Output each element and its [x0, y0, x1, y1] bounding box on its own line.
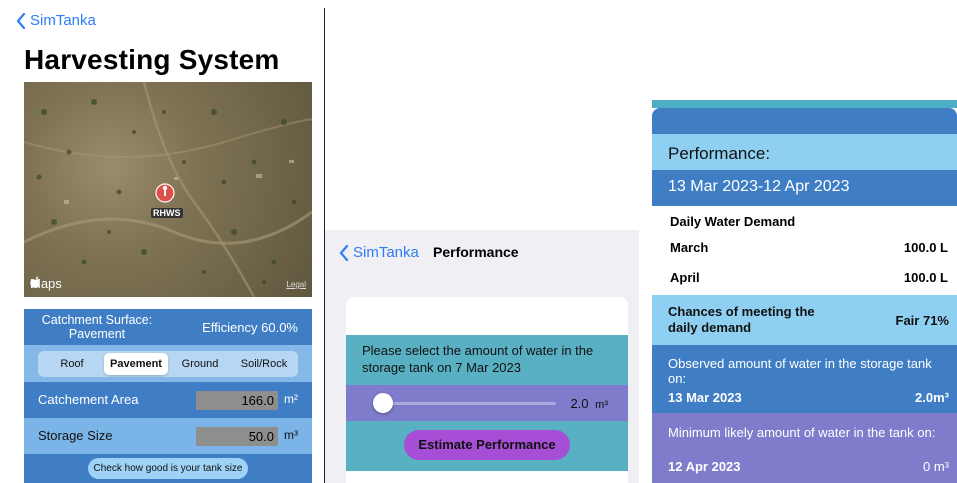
system-settings-panel: Catchment Surface: Pavement Efficiency 6… — [24, 309, 312, 483]
apple-logo-icon — [30, 276, 40, 288]
harvesting-system-screen: SimTanka Harvesting System RHWS Maps Leg… — [0, 0, 325, 483]
efficiency-value: Efficiency 60.0% — [202, 320, 298, 335]
catchment-area-label: Catchement Area — [38, 392, 139, 407]
satellite-map[interactable]: RHWS Maps Legal — [24, 82, 312, 297]
storage-size-row: Storage Size 50.0 m³ — [24, 418, 312, 454]
result-header — [652, 108, 957, 134]
storage-size-label: Storage Size — [38, 428, 113, 443]
top-strip — [652, 100, 957, 108]
segment-ground[interactable]: Ground — [168, 353, 232, 375]
water-amount-slider-row: 2.0 m³ — [346, 385, 628, 421]
surface-segmented-control[interactable]: Roof Pavement Ground Soil/Rock — [38, 351, 298, 377]
segment-pavement[interactable]: Pavement — [104, 353, 168, 375]
chance-row: Chances of meeting the daily demand Fair… — [652, 295, 957, 345]
water-amount-prompt: Please select the amount of water in the… — [346, 335, 628, 385]
segment-roof[interactable]: Roof — [40, 353, 104, 375]
minimum-amount-row: Minimum likely amount of water in the ta… — [652, 413, 957, 483]
storage-size-unit: m³ — [284, 428, 298, 442]
nav-title: Performance — [433, 244, 519, 260]
observed-amount-row: Observed amount of water in the storage … — [652, 345, 957, 413]
estimate-button-bar: Estimate Performance — [346, 421, 628, 471]
catchment-surface-label: Catchment Surface: Pavement — [41, 313, 153, 341]
minimum-value: 0 m³ — [923, 459, 949, 474]
chance-value: Fair 71% — [895, 313, 949, 328]
demand-row-april: April 100.0 L — [670, 270, 948, 285]
performance-result-screen: Performance: 13 Mar 2023-12 Apr 2023 Dai… — [652, 100, 957, 483]
observed-value: 2.0m³ — [915, 390, 949, 405]
back-label: SimTanka — [353, 244, 419, 261]
month-demand-value: 100.0 L — [903, 270, 948, 285]
observed-date: 13 Mar 2023 — [668, 390, 742, 405]
map-terrain — [24, 82, 312, 297]
legal-link[interactable]: Legal — [286, 280, 306, 289]
chevron-left-icon — [339, 244, 349, 261]
back-label: SimTanka — [30, 12, 96, 29]
back-button[interactable]: SimTanka — [339, 244, 419, 261]
demand-row-march: March 100.0 L — [670, 240, 948, 255]
slider-thumb[interactable] — [373, 393, 394, 413]
check-tank-size-button[interactable]: Check how good is your tank size — [88, 458, 248, 479]
maps-logo: Maps — [30, 276, 62, 291]
check-button-bar: Check how good is your tank size — [24, 454, 312, 483]
date-range: 13 Mar 2023-12 Apr 2023 — [652, 170, 957, 206]
pin-label: RHWS — [151, 208, 183, 218]
month-name: March — [670, 240, 709, 255]
back-button[interactable]: SimTanka — [16, 12, 96, 29]
catchment-area-field[interactable]: 166.0 — [196, 391, 278, 410]
chance-label: Chances of meeting the daily demand — [668, 304, 815, 335]
slider-value-number: 2.0 — [570, 396, 589, 411]
month-demand-value: 100.0 L — [903, 240, 948, 255]
chevron-left-icon — [16, 12, 26, 29]
catchment-area-unit: m² — [284, 392, 298, 406]
minimum-date: 12 Apr 2023 — [668, 459, 741, 474]
minimum-amount-label: Minimum likely amount of water in the ta… — [668, 425, 936, 440]
daily-demand-title: Daily Water Demand — [670, 214, 796, 229]
month-name: April — [670, 270, 700, 285]
catchment-area-row: Catchement Area 166.0 m² — [24, 382, 312, 418]
slider-value-unit: m³ — [595, 399, 608, 411]
catchment-surface-row: Catchment Surface: Pavement Efficiency 6… — [24, 309, 312, 345]
performance-input-screen: SimTanka Performance Please select the a… — [325, 230, 639, 483]
storage-size-field[interactable]: 50.0 — [196, 427, 278, 446]
performance-label: Performance: — [652, 134, 957, 170]
observed-amount-label: Observed amount of water in the storage … — [668, 356, 932, 386]
slider-value: 2.0 m³ — [570, 396, 608, 411]
page-title: Harvesting System — [24, 44, 280, 75]
slider-track[interactable] — [376, 402, 556, 405]
estimate-performance-button[interactable]: Estimate Performance — [404, 430, 570, 460]
map-pin-icon — [155, 183, 175, 203]
segment-soil-rock[interactable]: Soil/Rock — [232, 353, 296, 375]
